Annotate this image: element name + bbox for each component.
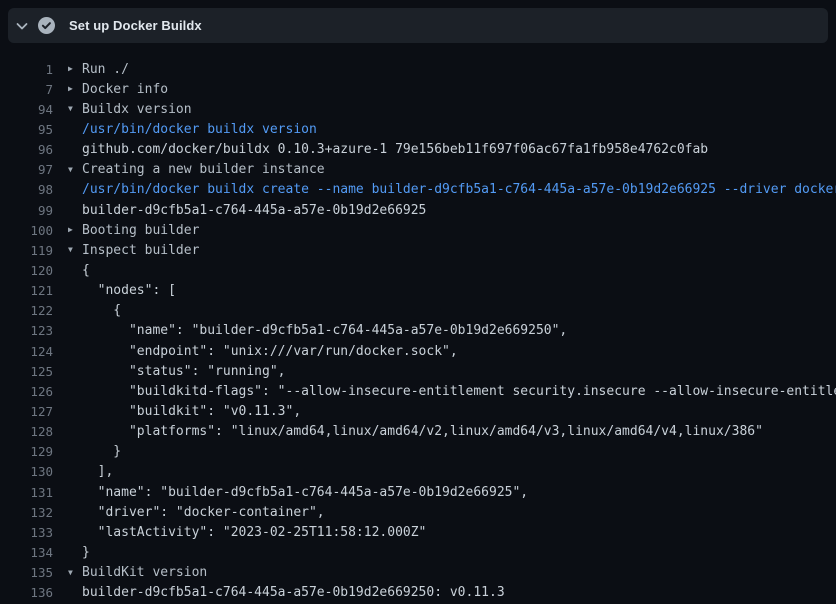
log-line: 120 { bbox=[0, 260, 836, 280]
collapse-step-button[interactable] bbox=[14, 18, 30, 34]
line-number[interactable]: 99 bbox=[0, 203, 53, 218]
group-title: Run ./ bbox=[82, 62, 129, 77]
log-line: 130 ], bbox=[0, 462, 836, 482]
output-text: "driver": "docker-container", bbox=[82, 505, 325, 520]
line-number[interactable]: 132 bbox=[0, 505, 53, 520]
output-text: "buildkitd-flags": "--allow-insecure-ent… bbox=[82, 384, 836, 399]
group-title: Creating a new builder instance bbox=[82, 162, 325, 177]
line-number[interactable]: 120 bbox=[0, 263, 53, 278]
line-number[interactable]: 128 bbox=[0, 424, 53, 439]
log-line: 123 "name": "builder-d9cfb5a1-c764-445a-… bbox=[0, 321, 836, 341]
triangle-down-icon[interactable]: ▼ bbox=[68, 105, 82, 113]
command-text: /usr/bin/docker buildx create --name bui… bbox=[82, 182, 836, 197]
log-line: 96 github.com/docker/buildx 0.10.3+azure-… bbox=[0, 140, 836, 160]
log-line: 132 "driver": "docker-container", bbox=[0, 502, 836, 522]
line-number[interactable]: 119 bbox=[0, 243, 53, 258]
log-line: 127 "buildkit": "v0.11.3", bbox=[0, 401, 836, 421]
line-number[interactable]: 98 bbox=[0, 182, 53, 197]
check-circle-icon bbox=[38, 17, 55, 34]
line-number[interactable]: 122 bbox=[0, 303, 53, 318]
output-text: } bbox=[82, 444, 121, 459]
log-container: 1▶Run ./7▶Docker info94▼Buildx version95… bbox=[0, 43, 836, 603]
output-text: builder-d9cfb5a1-c764-445a-a57e-0b19d2e6… bbox=[82, 585, 505, 600]
line-number[interactable]: 133 bbox=[0, 525, 53, 540]
line-number[interactable]: 129 bbox=[0, 444, 53, 459]
triangle-down-icon[interactable]: ▼ bbox=[68, 246, 82, 254]
output-text: ], bbox=[82, 464, 113, 479]
log-line: 128 "platforms": "linux/amd64,linux/amd6… bbox=[0, 422, 836, 442]
log-line: 99 builder-d9cfb5a1-c764-445a-a57e-0b19d2… bbox=[0, 200, 836, 220]
triangle-down-icon[interactable]: ▼ bbox=[68, 166, 82, 174]
line-number[interactable]: 126 bbox=[0, 384, 53, 399]
line-number[interactable]: 130 bbox=[0, 464, 53, 479]
step-title: Set up Docker Buildx bbox=[69, 18, 202, 33]
line-number[interactable]: 136 bbox=[0, 585, 53, 600]
output-text: "status": "running", bbox=[82, 364, 286, 379]
group-title: Inspect builder bbox=[82, 243, 199, 258]
log-line[interactable]: 94 ▼Buildx version bbox=[0, 99, 836, 119]
output-text: } bbox=[82, 545, 90, 560]
line-number[interactable]: 7 bbox=[0, 82, 53, 97]
line-number[interactable]: 1 bbox=[0, 62, 53, 77]
line-number[interactable]: 135 bbox=[0, 565, 53, 580]
triangle-right-icon[interactable]: ▶ bbox=[68, 85, 82, 93]
chevron-down-icon bbox=[14, 18, 30, 34]
log-line: 129 } bbox=[0, 442, 836, 462]
log-line[interactable]: 1 ▶Run ./ bbox=[0, 59, 836, 79]
log-line: 136 builder-d9cfb5a1-c764-445a-a57e-0b19d… bbox=[0, 583, 836, 603]
output-text: "endpoint": "unix:///var/run/docker.sock… bbox=[82, 344, 458, 359]
line-number[interactable]: 124 bbox=[0, 344, 53, 359]
log-line: 126 "buildkitd-flags": "--allow-insecure… bbox=[0, 381, 836, 401]
log-line[interactable]: 119 ▼Inspect builder bbox=[0, 240, 836, 260]
output-text: { bbox=[82, 303, 121, 318]
output-text: "lastActivity": "2023-02-25T11:58:12.000… bbox=[82, 525, 426, 540]
step-header[interactable]: Set up Docker Buildx bbox=[8, 8, 828, 43]
line-number[interactable]: 96 bbox=[0, 142, 53, 157]
output-text: "nodes": [ bbox=[82, 283, 176, 298]
line-number[interactable]: 121 bbox=[0, 283, 53, 298]
output-text: "platforms": "linux/amd64,linux/amd64/v2… bbox=[82, 424, 763, 439]
output-text: "buildkit": "v0.11.3", bbox=[82, 404, 301, 419]
output-text: { bbox=[82, 263, 90, 278]
group-title: Docker info bbox=[82, 82, 168, 97]
log-line: 125 "status": "running", bbox=[0, 361, 836, 381]
command-text: /usr/bin/docker buildx version bbox=[82, 122, 317, 137]
line-number[interactable]: 95 bbox=[0, 122, 53, 137]
log-line: 95/usr/bin/docker buildx version bbox=[0, 119, 836, 139]
log-line: 121 "nodes": [ bbox=[0, 281, 836, 301]
triangle-right-icon[interactable]: ▶ bbox=[68, 226, 82, 234]
output-text: "name": "builder-d9cfb5a1-c764-445a-a57e… bbox=[82, 485, 528, 500]
line-number[interactable]: 123 bbox=[0, 323, 53, 338]
log-line[interactable]: 97 ▼Creating a new builder instance bbox=[0, 160, 836, 180]
group-title: Booting builder bbox=[82, 223, 199, 238]
group-title: BuildKit version bbox=[82, 565, 207, 580]
log-line[interactable]: 135 ▼BuildKit version bbox=[0, 563, 836, 583]
log-line[interactable]: 7 ▶Docker info bbox=[0, 79, 836, 99]
line-number[interactable]: 125 bbox=[0, 364, 53, 379]
log-line: 133 "lastActivity": "2023-02-25T11:58:12… bbox=[0, 522, 836, 542]
output-text: builder-d9cfb5a1-c764-445a-a57e-0b19d2e6… bbox=[82, 203, 426, 218]
log-line: 134} bbox=[0, 542, 836, 562]
line-number[interactable]: 134 bbox=[0, 545, 53, 560]
line-number[interactable]: 100 bbox=[0, 223, 53, 238]
log-line: 131 "name": "builder-d9cfb5a1-c764-445a-… bbox=[0, 482, 836, 502]
triangle-right-icon[interactable]: ▶ bbox=[68, 65, 82, 73]
line-number[interactable]: 94 bbox=[0, 102, 53, 117]
line-number[interactable]: 131 bbox=[0, 485, 53, 500]
line-number[interactable]: 97 bbox=[0, 162, 53, 177]
output-text: "name": "builder-d9cfb5a1-c764-445a-a57e… bbox=[82, 323, 567, 338]
output-text: github.com/docker/buildx 0.10.3+azure-1 … bbox=[82, 142, 708, 157]
line-number[interactable]: 127 bbox=[0, 404, 53, 419]
log-line: 124 "endpoint": "unix:///var/run/docker.… bbox=[0, 341, 836, 361]
log-line: 122 { bbox=[0, 301, 836, 321]
log-line[interactable]: 100 ▶Booting builder bbox=[0, 220, 836, 240]
triangle-down-icon[interactable]: ▼ bbox=[68, 569, 82, 577]
log-line: 98/usr/bin/docker buildx create --name b… bbox=[0, 180, 836, 200]
group-title: Buildx version bbox=[82, 102, 192, 117]
